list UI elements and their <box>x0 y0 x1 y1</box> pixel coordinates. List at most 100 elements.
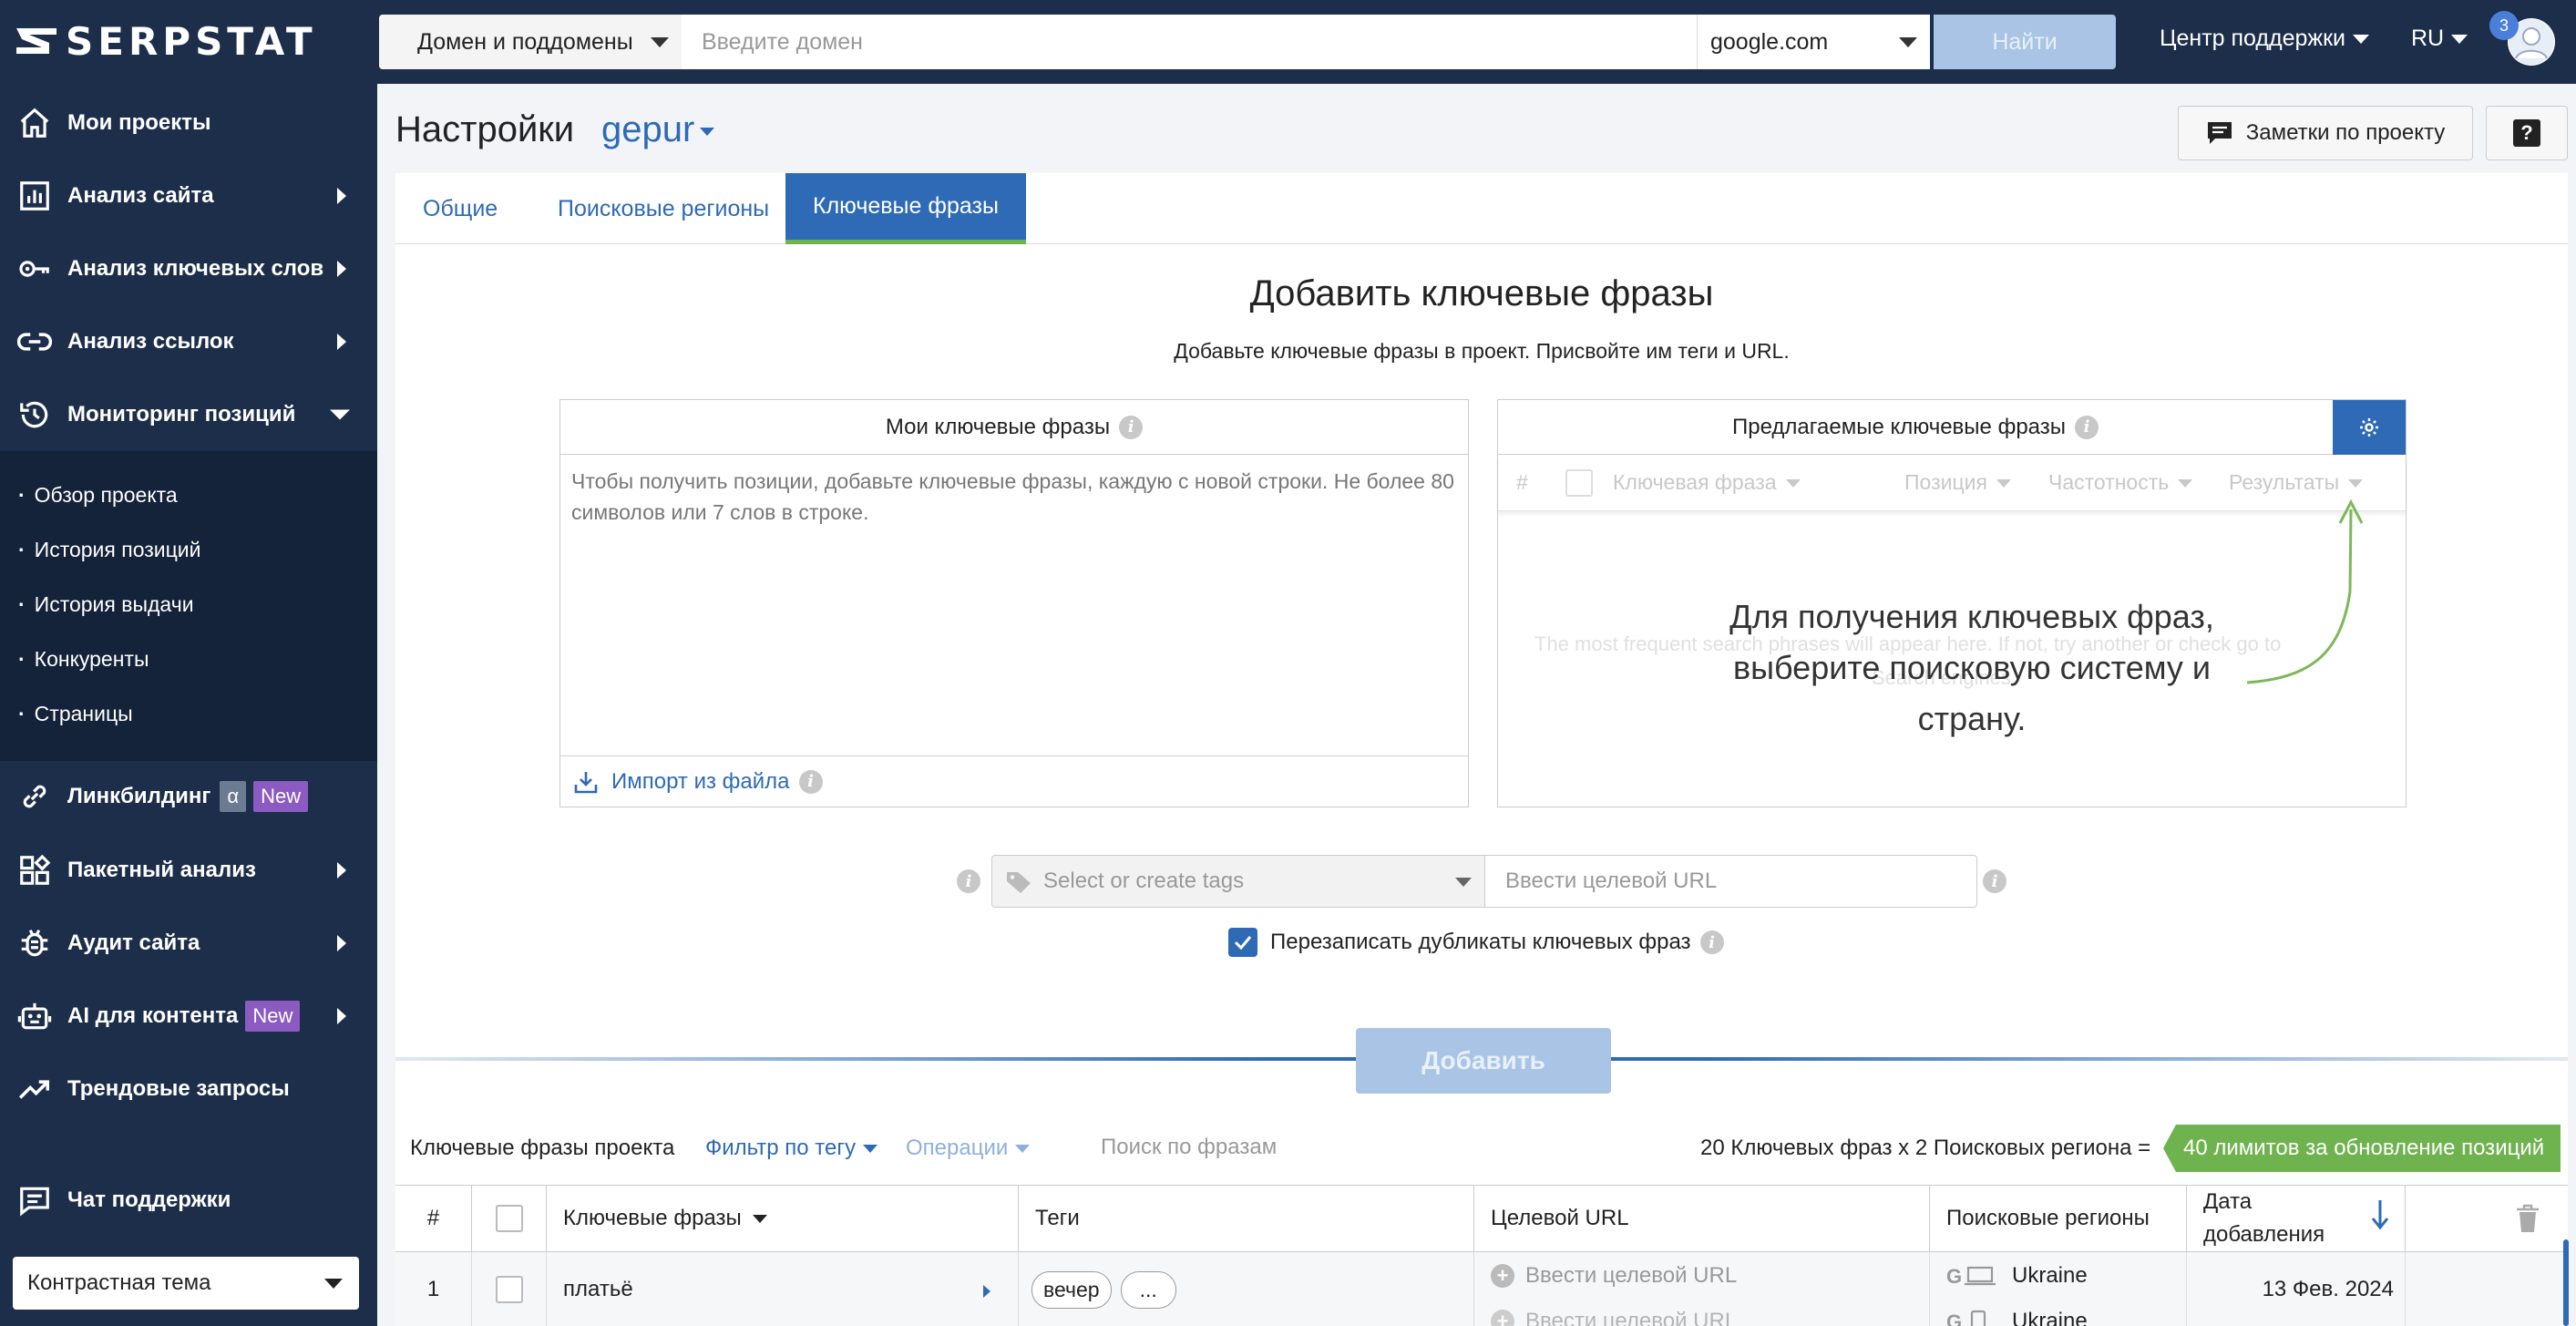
language-menu[interactable]: RU <box>2411 26 2468 52</box>
url-info-icon[interactable]: i <box>1983 869 2006 893</box>
svg-text:G: G <box>1946 1311 1962 1326</box>
col-header-date-label: Дата добавления <box>2203 1189 2325 1247</box>
link-icon <box>16 324 53 360</box>
region-entry: G Ukraine <box>1946 1263 2088 1289</box>
chevron-right-icon <box>337 862 346 879</box>
logo-text: SERPSTAT <box>66 18 317 64</box>
sidebar-submenu: Обзор проекта История позиций История вы… <box>0 451 377 761</box>
new-badge: New <box>253 781 309 812</box>
chain-icon <box>16 778 53 815</box>
col-frequency[interactable]: Частотность <box>2048 470 2192 495</box>
project-selector[interactable]: gepur <box>601 109 714 150</box>
sidebar-item-ai-content[interactable]: AI для контента New <box>0 980 377 1053</box>
submenu-position-history[interactable]: История позиций <box>18 538 201 562</box>
svg-text:G: G <box>1946 1265 1962 1288</box>
chevron-down-icon <box>2353 35 2370 45</box>
col-header-delete[interactable] <box>2406 1186 2568 1251</box>
row-checkbox[interactable] <box>495 1276 523 1303</box>
col-header-tags: Теги <box>1019 1186 1474 1251</box>
keyword-search-input[interactable] <box>1059 1126 1387 1168</box>
sidebar-item-label: Анализ ссылок <box>67 329 234 354</box>
sidebar-item-site-audit[interactable]: Аудит сайта <box>0 907 377 980</box>
table-row: 1 платьё вечер ... + Ввести целевой URL +… <box>395 1252 2568 1326</box>
search-engine-select[interactable]: google.com <box>1697 15 1930 69</box>
sidebar-item-rank-tracking[interactable]: Мониторинг позиций <box>0 378 377 451</box>
suggestions-settings-button[interactable] <box>2333 400 2406 455</box>
keywords-textarea[interactable] <box>560 455 1468 746</box>
filter-by-tag-label: Фильтр по тегу <box>705 1136 857 1160</box>
page-scrollbar[interactable] <box>2563 1239 2569 1326</box>
domain-type-select[interactable]: Домен и поддомены <box>379 15 682 69</box>
sidebar-item-linkbuilding[interactable]: Линкбилдинг α New <box>0 760 377 833</box>
grid-icon <box>16 852 53 889</box>
chevron-right-icon <box>337 261 346 277</box>
operations-dropdown[interactable]: Операции <box>906 1136 1031 1161</box>
sidebar-item-support-chat[interactable]: Чат поддержки <box>0 1164 377 1237</box>
top-bar: Домен и поддомены google.com Найти Центр… <box>377 0 2576 84</box>
submenu-serp-history[interactable]: История выдачи <box>18 592 194 617</box>
row-actions-cell <box>2406 1252 2568 1326</box>
sidebar-item-link-analysis[interactable]: Анализ ссылок <box>0 305 377 378</box>
sidebar-item-trending-queries[interactable]: Трендовые запросы <box>0 1053 377 1126</box>
chart-icon <box>16 178 53 214</box>
col-header-keywords-label: Ключевые фразы <box>563 1206 742 1230</box>
submenu-pages[interactable]: Страницы <box>18 702 133 726</box>
info-icon[interactable]: i <box>1119 415 1144 439</box>
sidebar-item-keyword-analysis[interactable]: Анализ ключевых слов <box>0 232 377 305</box>
tab-keywords[interactable]: Ключевые фразы <box>785 173 1026 244</box>
my-keywords-title: Мои ключевые фразы <box>885 414 1111 439</box>
info-icon[interactable]: i <box>2075 415 2099 439</box>
filter-by-tag-dropdown[interactable]: Фильтр по тегу <box>705 1136 878 1161</box>
col-header-date-added[interactable]: Дата добавления <box>2187 1186 2406 1251</box>
home-icon <box>16 105 53 141</box>
add-target-url-button[interactable]: + Ввести целевой URL <box>1491 1263 1737 1289</box>
add-target-url-button[interactable]: + Ввести целевой URL <box>1491 1309 1737 1326</box>
col-keyword[interactable]: Ключевая фраза <box>1613 470 1801 495</box>
sidebar-item-label: Трендовые запросы <box>67 1076 290 1101</box>
hint-arrow-icon <box>2246 499 2364 684</box>
info-icon[interactable]: i <box>798 769 823 794</box>
select-all-checkbox[interactable] <box>495 1205 523 1232</box>
tab-search-regions[interactable]: Поисковые регионы <box>530 173 796 244</box>
logo[interactable]: SERPSTAT <box>13 18 317 64</box>
key-icon <box>16 251 53 287</box>
row-date: 13 Фев. 2024 <box>2187 1252 2406 1326</box>
project-notes-button[interactable]: Заметки по проекту <box>2178 106 2473 160</box>
chevron-right-icon <box>337 1008 346 1024</box>
chevron-down-icon <box>324 1279 343 1289</box>
sidebar-item-site-analysis[interactable]: Анализ сайта <box>0 159 377 232</box>
import-from-file-button[interactable]: Импорт из файла i <box>560 756 1468 807</box>
suggested-keywords-title: Предлагаемые ключевые фразы <box>1732 414 2066 439</box>
target-url-input[interactable] <box>1485 855 1977 908</box>
sidebar-item-batch-analysis[interactable]: Пакетный анализ <box>0 834 377 907</box>
domain-search-input[interactable] <box>682 15 1709 69</box>
tags-info-icon[interactable]: i <box>957 869 980 893</box>
theme-select[interactable]: Контрастная тема <box>13 1257 359 1310</box>
submenu-competitors[interactable]: Конкуренты <box>18 647 149 672</box>
info-icon[interactable]: i <box>1699 930 1724 954</box>
find-button[interactable]: Найти <box>1934 15 2116 69</box>
select-all-checkbox[interactable] <box>1565 469 1593 497</box>
add-keywords-button[interactable]: Добавить <box>1356 1028 1611 1094</box>
sidebar-item-label: Мои проекты <box>67 110 211 135</box>
tab-general[interactable]: Общие <box>395 173 525 244</box>
tag-icon <box>1007 872 1031 893</box>
submenu-project-overview[interactable]: Обзор проекта <box>18 483 178 508</box>
support-center-menu[interactable]: Центр поддержки <box>2160 26 2370 52</box>
overwrite-duplicates-checkbox[interactable]: Перезаписать дубликаты ключевых фраз i <box>1228 926 1724 959</box>
tags-select[interactable]: Select or create tags <box>991 855 1485 908</box>
row-regions-cell: G Ukraine G Ukraine <box>1930 1252 2187 1326</box>
chevron-down-icon <box>2451 35 2468 45</box>
sidebar-item-my-projects[interactable]: Мои проекты <box>0 87 377 159</box>
limits-badge: 40 лимитов за обновление позиций <box>2163 1125 2561 1172</box>
project-notes-label: Заметки по проекту <box>2245 120 2446 145</box>
gear-icon <box>2360 418 2378 437</box>
chevron-down-icon <box>752 1214 767 1223</box>
expand-row-icon[interactable] <box>983 1285 990 1298</box>
more-tags-button[interactable]: ... <box>1120 1270 1176 1309</box>
col-header-keywords[interactable]: Ключевые фразы <box>547 1186 1019 1251</box>
row-select-cell <box>472 1252 547 1326</box>
tag-chip[interactable]: вечер <box>1031 1270 1112 1309</box>
help-button[interactable]: ? <box>2486 106 2568 160</box>
col-position[interactable]: Позиция <box>1904 470 2011 495</box>
